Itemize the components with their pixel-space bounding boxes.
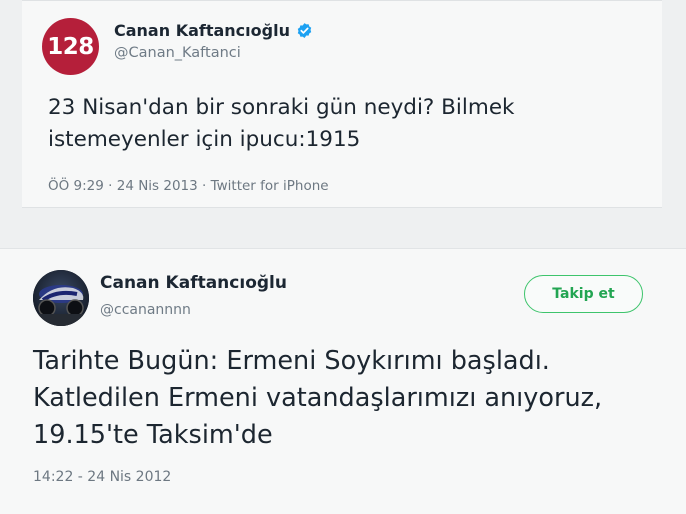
motorcycle-photo-icon [33,270,89,326]
user-handle[interactable]: @ccanannnn [100,302,191,318]
avatar[interactable] [33,270,89,326]
screenshot-frame: 128 Canan Kaftancıoğlu @Canan_Kaftanci 2… [0,0,686,514]
avatar[interactable]: 128 [42,18,99,75]
user-handle[interactable]: @Canan_Kaftanci [114,45,241,61]
follow-button-label: Takip et [552,286,615,302]
tweet-meta[interactable]: ÖÖ 9:29 · 24 Nis 2013 · Twitter for iPho… [48,178,329,194]
tweet-card-1: 128 Canan Kaftancıoğlu @Canan_Kaftanci 2… [22,0,662,208]
follow-button[interactable]: Takip et [524,275,643,313]
display-name-text: Canan Kaftancıoğlu [114,21,290,40]
user-display-name[interactable]: Canan Kaftancıoğlu [114,21,313,40]
tweet-card-2: Canan Kaftancıoğlu @ccanannnn Takip et T… [0,248,686,514]
user-display-name[interactable]: Canan Kaftancıoğlu [100,273,287,293]
tweet-text: Tarihte Bugün: Ermeni Soykırımı başladı.… [33,346,603,450]
avatar-text: 128 [47,33,94,60]
tweet-text: 23 Nisan'dan bir sonraki gün neydi? Bilm… [48,95,515,152]
verified-badge-icon [297,23,312,38]
tweet-meta[interactable]: 14:22 - 24 Nis 2012 [33,469,171,485]
